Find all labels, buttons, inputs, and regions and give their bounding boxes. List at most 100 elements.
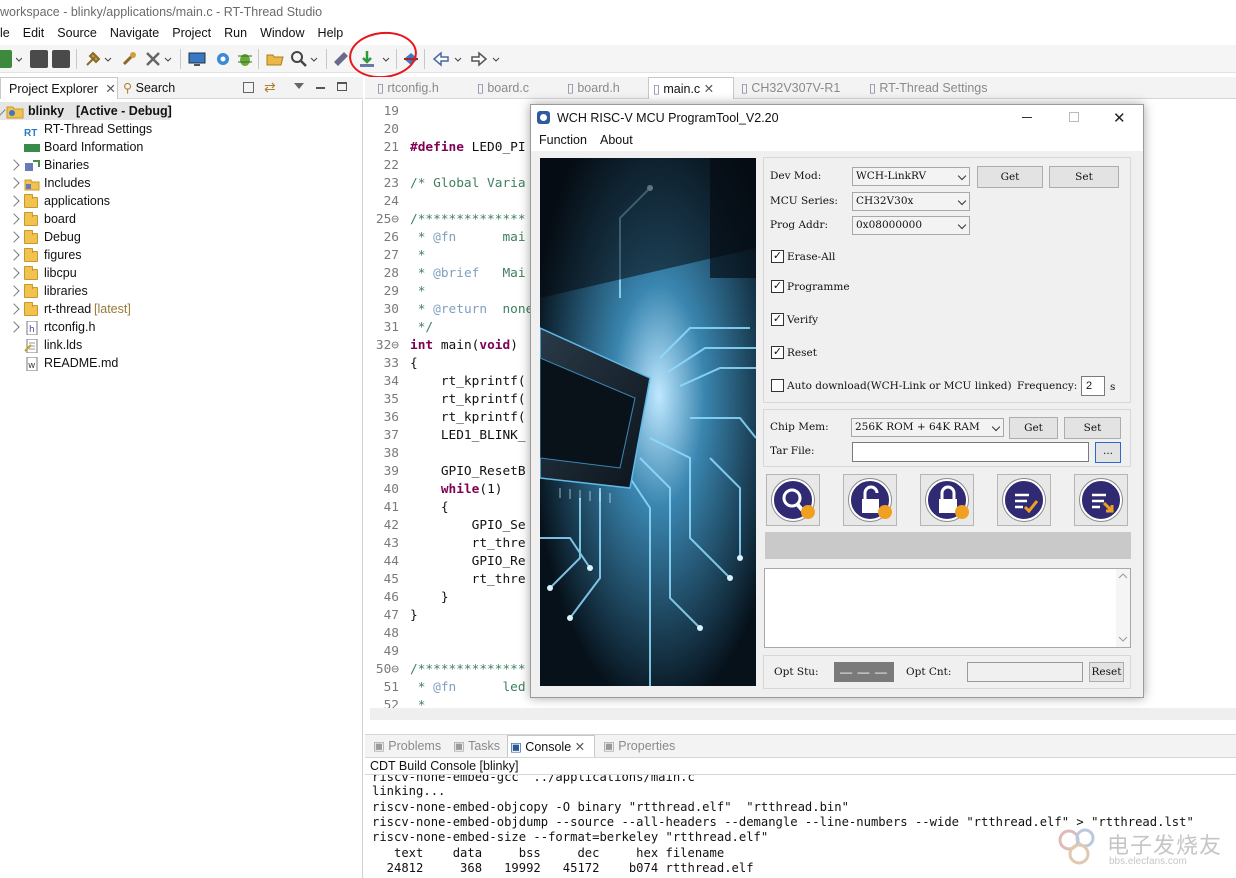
expand-arrow-icon[interactable]	[8, 177, 20, 189]
tab-rtconfig-h[interactable]: ▯ rtconfig.h	[373, 77, 469, 99]
search-dropdown-icon[interactable]	[310, 50, 318, 68]
expand-arrow-icon[interactable]	[8, 285, 20, 297]
close-icon[interactable]: ✕	[105, 82, 115, 96]
tree-item[interactable]: RT RT-Thread Settings	[0, 120, 300, 139]
search-icon[interactable]	[290, 50, 308, 68]
close-icon[interactable]: ✕	[571, 740, 585, 754]
menu-file[interactable]: le	[0, 24, 10, 42]
chip-get-button[interactable]: Get	[1009, 417, 1058, 439]
bug-icon[interactable]	[236, 50, 254, 68]
expand-arrow-icon[interactable]	[8, 267, 20, 279]
tree-item[interactable]: h rtconfig.h	[0, 318, 300, 336]
menu-run[interactable]: Run	[224, 24, 247, 42]
prog-addr-select[interactable]: 0x08000000	[852, 216, 970, 235]
chip-icon[interactable]	[332, 50, 350, 68]
save-icon[interactable]	[30, 50, 48, 68]
tab-console[interactable]: ▣ Console ✕	[507, 735, 595, 757]
frequency-input[interactable]: 2	[1081, 376, 1105, 396]
tree-item[interactable]: board	[0, 210, 300, 228]
dev-get-button[interactable]: Get	[977, 166, 1043, 188]
tree-item[interactable]: w README.md	[0, 354, 300, 372]
dev-mod-select[interactable]: WCH-LinkRV	[852, 167, 970, 186]
link-editor-icon[interactable]: ⇄	[264, 79, 276, 96]
tab-properties[interactable]: ▣ Properties	[601, 735, 685, 757]
tab-board-h[interactable]: ▯ board.h	[563, 77, 645, 99]
new-dropdown-icon[interactable]	[15, 50, 23, 68]
back-arrow-icon[interactable]	[432, 50, 450, 68]
tab-search[interactable]: ⚲ Search	[120, 77, 184, 99]
log-scrollbar[interactable]	[1116, 569, 1130, 647]
minimize-icon[interactable]	[316, 87, 325, 89]
auto-download-checkbox[interactable]	[771, 379, 784, 392]
tools-dropdown-icon[interactable]	[164, 50, 172, 68]
log-textarea[interactable]	[764, 568, 1131, 648]
close-icon[interactable]: ✕	[1113, 106, 1126, 132]
expand-arrow-icon[interactable]	[8, 249, 20, 261]
menu-help[interactable]: Help	[318, 24, 344, 42]
editor-horizontal-scrollbar[interactable]	[370, 708, 1236, 720]
clean-icon[interactable]	[120, 50, 138, 68]
menu-navigate[interactable]: Navigate	[110, 24, 159, 42]
expand-arrow-icon[interactable]	[8, 213, 20, 225]
forward-arrow-icon[interactable]	[470, 50, 488, 68]
browse-button[interactable]: ...	[1095, 442, 1121, 463]
tools-icon[interactable]	[144, 50, 162, 68]
unprotect-button[interactable]	[843, 474, 897, 526]
open-folder-icon[interactable]	[266, 50, 284, 68]
tar-file-input[interactable]	[852, 442, 1089, 462]
expand-arrow-icon[interactable]	[8, 195, 20, 207]
tree-item[interactable]: Board Information	[0, 138, 300, 156]
view-menu-icon[interactable]	[294, 83, 304, 89]
close-icon[interactable]: ✕	[700, 82, 714, 96]
tree-item[interactable]: Includes	[0, 174, 300, 192]
download-program-button[interactable]	[1074, 474, 1128, 526]
chip-mem-select[interactable]: 256K ROM + 64K RAM	[851, 418, 1004, 437]
erase-all-checkbox[interactable]: ✓	[771, 250, 784, 263]
expand-arrow-icon[interactable]	[8, 303, 20, 315]
tab-rt-thread-settings[interactable]: ▯ RT-Thread Settings	[865, 77, 995, 99]
menu-edit[interactable]: Edit	[23, 24, 45, 42]
new-icon[interactable]	[0, 50, 12, 68]
tree-item[interactable]: Binaries	[0, 156, 300, 174]
build-icon[interactable]	[84, 50, 102, 68]
tree-item[interactable]: libraries	[0, 282, 300, 300]
tree-root-blinky[interactable]: blinky [Active - Debug]	[0, 102, 172, 120]
tree-item[interactable]: rt-thread [latest]	[0, 300, 300, 318]
dev-set-button[interactable]: Set	[1049, 166, 1119, 188]
forward-dropdown-icon[interactable]	[492, 50, 500, 68]
tab-tasks[interactable]: ▣ Tasks	[451, 735, 505, 757]
tab-main-c[interactable]: ▯ main.c ✕	[648, 77, 734, 99]
verify-program-button[interactable]	[997, 474, 1051, 526]
tree-item[interactable]: libcpu	[0, 264, 300, 282]
mcu-series-select[interactable]: CH32V30x	[852, 192, 970, 211]
build-dropdown-icon[interactable]	[104, 50, 112, 68]
chip-set-button[interactable]: Set	[1064, 417, 1121, 439]
tab-ch32v307v-r1[interactable]: ▯ CH32V307V-R1	[737, 77, 859, 99]
menu-about[interactable]: About	[600, 131, 633, 149]
maximize-icon[interactable]	[337, 82, 347, 91]
collapse-all-icon[interactable]	[243, 82, 254, 93]
menu-project[interactable]: Project	[172, 24, 211, 42]
reset-count-button[interactable]: Reset	[1089, 662, 1124, 682]
menu-window[interactable]: Window	[260, 24, 304, 42]
verify-checkbox[interactable]: ✓	[771, 313, 784, 326]
protect-button[interactable]	[920, 474, 974, 526]
expand-arrow-icon[interactable]	[8, 231, 20, 243]
programme-checkbox[interactable]: ✓	[771, 280, 784, 293]
tree-item[interactable]: figures	[0, 246, 300, 264]
tree-item[interactable]: applications	[0, 192, 300, 210]
back-dropdown-icon[interactable]	[454, 50, 462, 68]
tab-project-explorer[interactable]: Project Explorer ✕	[0, 77, 118, 99]
settings-gear-icon[interactable]	[214, 50, 232, 68]
menu-source[interactable]: Source	[57, 24, 97, 42]
query-button[interactable]	[766, 474, 820, 526]
save-all-icon[interactable]	[52, 50, 70, 68]
tree-item[interactable]: link.lds	[0, 336, 300, 354]
expanded-arrow-icon[interactable]	[0, 104, 6, 116]
menu-function[interactable]: Function	[539, 131, 587, 149]
expand-arrow-icon[interactable]	[8, 159, 20, 171]
tab-problems[interactable]: ▣ Problems	[371, 735, 447, 757]
monitor-icon[interactable]	[188, 50, 206, 68]
tab-board-c[interactable]: ▯ board.c	[473, 77, 559, 99]
reset-checkbox[interactable]: ✓	[771, 346, 784, 359]
